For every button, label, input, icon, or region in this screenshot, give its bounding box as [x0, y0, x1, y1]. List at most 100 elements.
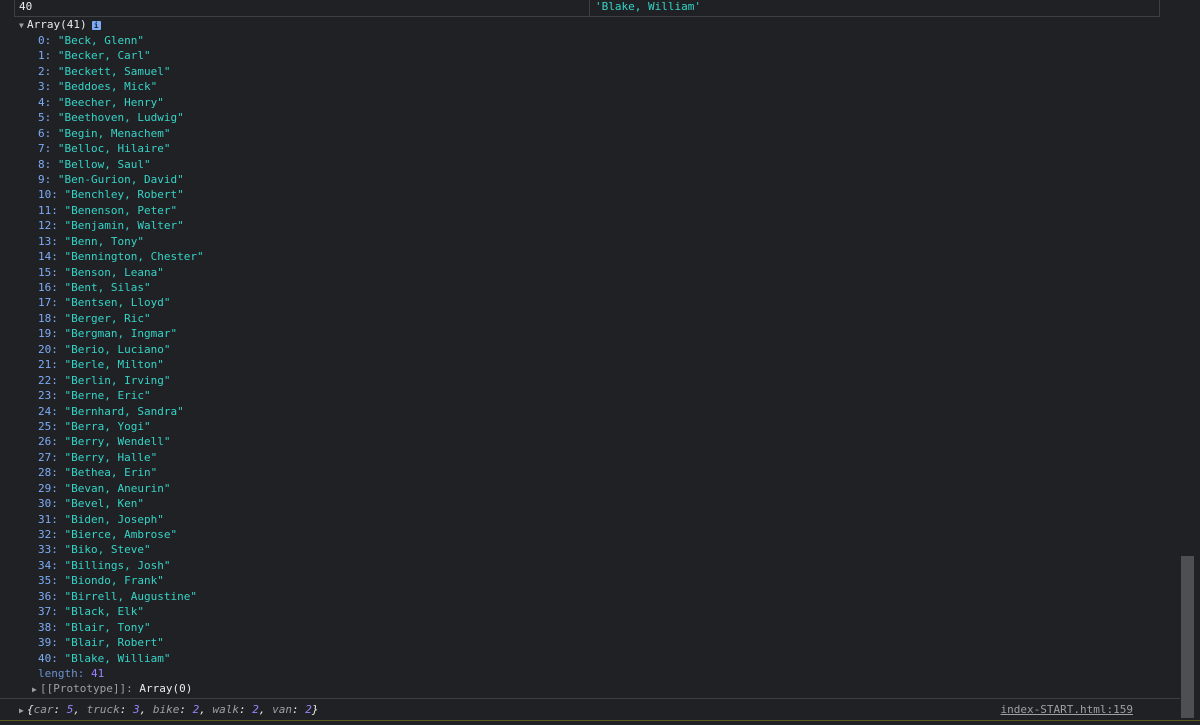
item-value: "Beddoes, Mick" — [57, 80, 158, 94]
array-header[interactable]: ▼ Array(41) i — [19, 17, 101, 32]
item-index: 5: — [38, 111, 52, 125]
triangle-right-icon[interactable]: ▶ — [32, 682, 40, 697]
item-index: 11: — [38, 203, 58, 217]
list-item: 13: "Benn, Tony" — [38, 234, 204, 249]
item-value: "Bevan, Aneurin" — [64, 481, 171, 495]
item-index: 14: — [38, 250, 58, 264]
item-value: "Blair, Tony" — [64, 620, 151, 634]
list-item: 3: "Beddoes, Mick" — [38, 79, 204, 94]
item-index: 2: — [38, 64, 52, 78]
item-index: 19: — [38, 327, 58, 341]
list-item: 16: "Bent, Silas" — [38, 280, 204, 295]
item-index: 34: — [38, 558, 58, 572]
item-index: 21: — [38, 358, 58, 372]
list-item: 28: "Bethea, Erin" — [38, 465, 204, 480]
item-value: "Begin, Menachem" — [57, 126, 171, 140]
item-value: "Billings, Josh" — [64, 558, 171, 572]
object-value: 2 — [305, 703, 312, 716]
item-value: "Beck, Glenn" — [57, 34, 144, 47]
item-value: "Beckett, Samuel" — [57, 64, 171, 78]
item-value: "Berger, Ric" — [64, 311, 151, 325]
item-value: "Bentsen, Lloyd" — [64, 296, 171, 310]
array-length: length: 41 — [38, 666, 104, 681]
list-item: 35: "Biondo, Frank" — [38, 573, 204, 588]
info-icon[interactable]: i — [91, 20, 101, 30]
item-index: 38: — [38, 620, 58, 634]
object-key: truck — [86, 703, 120, 716]
list-item: 36: "Birrell, Augustine" — [38, 589, 204, 604]
item-index: 30: — [38, 497, 58, 511]
item-value: "Berlin, Irving" — [64, 373, 171, 387]
list-item: 22: "Berlin, Irving" — [38, 373, 204, 388]
list-item: 17: "Bentsen, Lloyd" — [38, 295, 204, 310]
item-index: 37: — [38, 605, 58, 619]
devtools-console: 40 'Blake, William' ▼ Array(41) i 0: "Beck… — [0, 0, 1180, 725]
item-index: 27: — [38, 450, 58, 464]
item-value: "Benenson, Peter" — [64, 203, 178, 217]
console-scrollbar[interactable] — [1180, 0, 1200, 720]
log-divider — [0, 698, 1180, 699]
item-index: 8: — [38, 157, 52, 171]
list-item: 12: "Benjamin, Walter" — [38, 218, 204, 233]
table-output-row: 40 'Blake, William' — [14, 0, 1160, 17]
list-item: 15: "Benson, Leana" — [38, 265, 204, 280]
item-index: 24: — [38, 404, 58, 418]
item-index: 40: — [38, 651, 58, 665]
table-index-cell: 40 — [15, 0, 590, 16]
item-index: 31: — [38, 512, 58, 526]
item-value: "Bellow, Saul" — [57, 157, 151, 171]
item-value: "Benson, Leana" — [64, 265, 164, 279]
object-log[interactable]: ▶ {car: 5, truck: 3, bike: 2, walk: 2, va… — [19, 702, 319, 717]
item-value: "Blair, Robert" — [64, 636, 164, 650]
array-prototype[interactable]: ▶ [[Prototype]]: Array(0) — [32, 681, 192, 696]
item-index: 17: — [38, 296, 58, 310]
list-item: 33: "Biko, Steve" — [38, 542, 204, 557]
item-index: 26: — [38, 435, 58, 449]
item-value: "Blake, William" — [64, 651, 171, 665]
list-item: 38: "Blair, Tony" — [38, 620, 204, 635]
list-item: 23: "Berne, Eric" — [38, 388, 204, 403]
scrollbar-thumb[interactable] — [1181, 556, 1194, 718]
item-index: 22: — [38, 373, 58, 387]
object-value: 2 — [252, 703, 259, 716]
item-value: "Berle, Milton" — [64, 358, 164, 372]
list-item: 20: "Berio, Luciano" — [38, 342, 204, 357]
object-key: bike — [152, 703, 180, 716]
prototype-value: Array(0) — [139, 682, 193, 695]
item-value: "Berry, Wendell" — [64, 435, 171, 449]
object-preview: {car: 5, truck: 3, bike: 2, walk: 2, van… — [27, 703, 319, 716]
item-index: 16: — [38, 281, 58, 294]
item-index: 6: — [38, 126, 52, 140]
item-value: "Berio, Luciano" — [64, 342, 171, 356]
item-value: "Berne, Eric" — [64, 389, 151, 403]
item-value: "Bennington, Chester" — [64, 250, 204, 264]
length-value: 41 — [90, 667, 105, 680]
list-item: 8: "Bellow, Saul" — [38, 157, 204, 172]
item-value: "Bergman, Ingmar" — [64, 327, 178, 341]
list-item: 39: "Blair, Robert" — [38, 635, 204, 650]
source-link[interactable]: index-START.html:159 — [1001, 702, 1133, 717]
object-key: van — [272, 703, 292, 716]
item-value: "Beethoven, Ludwig" — [57, 111, 184, 125]
item-index: 29: — [38, 481, 58, 495]
item-value: "Bierce, Ambrose" — [64, 528, 178, 541]
object-key: walk — [212, 703, 240, 716]
list-item: 37: "Black, Elk" — [38, 604, 204, 619]
triangle-right-icon[interactable]: ▶ — [19, 703, 27, 718]
item-value: "Bernhard, Sandra" — [64, 404, 184, 418]
list-item: 4: "Beecher, Henry" — [38, 95, 204, 110]
item-value: "Benjamin, Walter" — [64, 219, 184, 233]
item-index: 25: — [38, 419, 58, 433]
list-item: 26: "Berry, Wendell" — [38, 434, 204, 449]
list-item: 11: "Benenson, Peter" — [38, 203, 204, 218]
item-value: "Birrell, Augustine" — [64, 589, 197, 603]
item-index: 0: — [38, 34, 52, 47]
item-index: 7: — [38, 142, 52, 156]
triangle-down-icon[interactable]: ▼ — [19, 18, 27, 33]
item-index: 32: — [38, 528, 58, 541]
item-value: "Bethea, Erin" — [64, 466, 158, 480]
object-key: car — [33, 703, 54, 716]
list-item: 18: "Berger, Ric" — [38, 311, 204, 326]
length-key: length: — [38, 667, 85, 680]
item-value: "Black, Elk" — [64, 605, 144, 619]
